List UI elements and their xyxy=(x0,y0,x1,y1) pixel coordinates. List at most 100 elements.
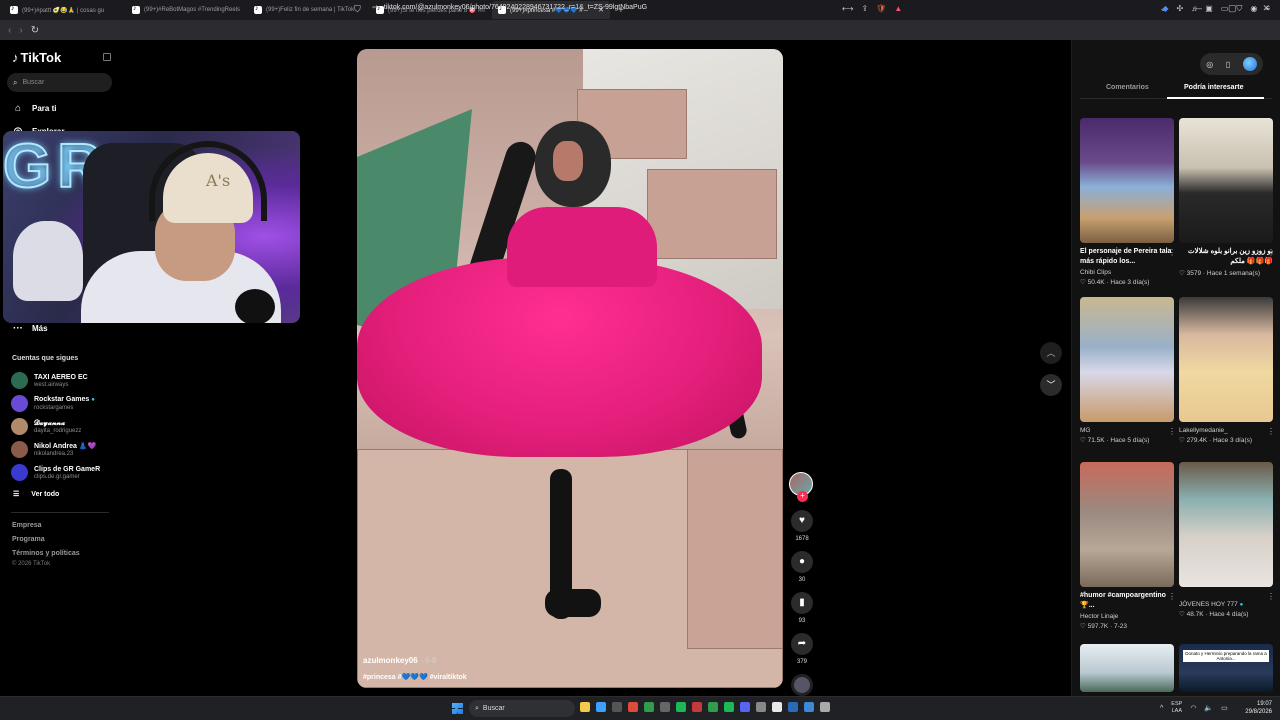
chrome-icon[interactable] xyxy=(772,702,782,712)
music-icon[interactable]: ♫ xyxy=(1191,4,1197,14)
brave-shield-icon[interactable]: 🛡 xyxy=(876,4,886,13)
whatsapp-icon[interactable] xyxy=(708,702,718,712)
following-account[interactable]: Clips de GR GameR clips.de.gr.gamer xyxy=(11,464,100,481)
tab-recommended[interactable]: Podría interesarte xyxy=(1184,84,1244,91)
collapse-sidebar-icon[interactable] xyxy=(103,53,111,61)
comment-button[interactable]: ● xyxy=(791,551,813,573)
verified-badge-icon: ● xyxy=(1239,602,1244,608)
extension-icon[interactable]: ◆ xyxy=(1162,4,1168,14)
chevron-up-icon[interactable]: ^ xyxy=(1160,705,1163,712)
previous-post-button[interactable]: ︿ xyxy=(1040,342,1062,364)
save-button[interactable]: ▮ xyxy=(791,592,813,614)
music-disc-icon[interactable] xyxy=(791,674,813,696)
spotify-icon[interactable] xyxy=(676,702,686,712)
more-options-icon[interactable]: ⋮ xyxy=(1267,427,1275,436)
menu-icon[interactable]: ≡ xyxy=(1265,4,1270,14)
webcam-overlay: GR A's xyxy=(3,131,300,323)
following-account[interactable]: 𝓓𝓪𝔂𝓪𝓷𝓷𝓪 dayita_rodriguezz xyxy=(11,418,81,435)
hashtag[interactable]: #princesa # xyxy=(363,674,402,681)
app-icon[interactable] xyxy=(804,702,814,712)
following-account[interactable]: TAXI AEREO EC west.airways xyxy=(11,372,88,389)
phone-icon[interactable]: ▯ xyxy=(1226,60,1230,69)
post-author[interactable]: azulmonkey06 · 6-8 xyxy=(363,656,436,665)
see-all-button[interactable]: ☰ Ver todo xyxy=(13,490,59,499)
share-icon[interactable]: ⇪ xyxy=(861,4,868,13)
next-post-button[interactable]: ﹀ xyxy=(1040,374,1062,396)
edge-icon[interactable] xyxy=(596,702,606,712)
search-input[interactable]: ⌕ Buscar xyxy=(7,73,112,92)
forward-icon[interactable]: › xyxy=(19,25,22,36)
app-icon[interactable] xyxy=(660,702,670,712)
settings-icon[interactable] xyxy=(820,702,830,712)
post-image[interactable]: azulmonkey06 · 6-8 #princesa #💙💙💙 #viral… xyxy=(357,49,783,688)
xbox-icon[interactable] xyxy=(644,702,654,712)
puzzle-icon[interactable]: ✣ xyxy=(1177,4,1184,14)
follow-button[interactable]: + xyxy=(797,491,808,502)
site-info-icon[interactable]: ⇌ xyxy=(372,3,378,11)
recommended-card[interactable]: ⋮ JÓVENES HOY 777 ● ♡ 48.7K · Hace 4 día… xyxy=(1179,462,1275,618)
bookmark-icon[interactable]: ⛉ xyxy=(354,4,361,15)
creator-avatar[interactable]: + xyxy=(789,472,813,502)
heart-icon: ♡ xyxy=(1179,270,1185,277)
wifi-icon[interactable]: ◠ xyxy=(1190,704,1196,712)
browser-tab[interactable]: (99+)#ReBotMagos #TrendingReels xyxy=(126,1,244,19)
brave-icon[interactable] xyxy=(628,702,638,712)
taskbar-search[interactable]: ⌕ Buscar xyxy=(469,700,575,717)
clock[interactable]: 19:07 29/8/2026 xyxy=(1245,700,1272,716)
recommended-card[interactable]: ⋮ MG ♡ 71.5K · Hace 5 día(s) xyxy=(1080,297,1176,444)
recommended-card[interactable]: ⋮ #humor #campoargentino 🏆... Hector Lin… xyxy=(1080,462,1176,630)
coin-icon[interactable]: ◎ xyxy=(1206,60,1213,69)
opera-icon[interactable] xyxy=(692,702,702,712)
language-indicator[interactable]: ESP LAA xyxy=(1171,701,1182,715)
battery-icon[interactable]: ▭ xyxy=(1221,704,1228,712)
translate-icon[interactable]: ⟷ xyxy=(842,4,853,13)
profile-avatar[interactable] xyxy=(1242,57,1257,71)
wallet-icon[interactable]: ▭ xyxy=(1221,4,1229,14)
recommended-card[interactable]: ⋮ El personaje de Pereira tala más rápid… xyxy=(1080,118,1176,286)
more-options-icon[interactable]: ⋮ xyxy=(1267,248,1275,257)
stair-tile xyxy=(687,449,783,649)
reload-icon[interactable]: ↻ xyxy=(31,25,39,36)
footer-link-program[interactable]: Programa xyxy=(12,536,45,543)
obs-icon[interactable] xyxy=(756,702,766,712)
windows-start-icon[interactable] xyxy=(452,703,463,714)
profile-icon[interactable]: ◉ xyxy=(1250,4,1257,14)
sidebar-icon[interactable]: ▣ xyxy=(1205,4,1213,14)
file-explorer-icon[interactable] xyxy=(580,702,590,712)
tab-comments[interactable]: Comentarios xyxy=(1106,84,1149,91)
footer-link-company[interactable]: Empresa xyxy=(12,522,42,529)
card-thumbnail: Donato y Herminio preparando la rama a A… xyxy=(1179,644,1273,692)
nav-item-more[interactable]: ··· Más xyxy=(12,323,48,334)
more-options-icon[interactable]: ⋮ xyxy=(1168,592,1176,601)
recommended-card[interactable]: ⋮ بو زوزو زين برانو بلوه شلالات 🎁🎁🎁 ملكم… xyxy=(1179,118,1275,277)
share-button[interactable]: ➦ xyxy=(791,633,813,655)
url-field[interactable]: ⇌ tiktok.com/@azulmonkey06/photo/7649240… xyxy=(372,3,647,12)
discord-icon[interactable] xyxy=(740,702,750,712)
volume-icon[interactable]: 🔈 xyxy=(1204,704,1213,712)
nav-item-for-you[interactable]: ⌂ Para ti xyxy=(12,103,57,114)
blue-hearts: 💙💙💙 xyxy=(401,674,428,681)
like-button[interactable]: ♥ xyxy=(791,510,813,532)
footer-link-terms[interactable]: Términos y políticas xyxy=(12,550,80,557)
browser-tab[interactable]: (99+)Feliz fin de semana | TikTok xyxy=(248,1,366,19)
hashtag[interactable]: #viraltiktok xyxy=(428,674,467,681)
more-options-icon[interactable]: ⋮ xyxy=(1267,592,1275,601)
recommended-card[interactable]: Donato y Herminio preparando la rama a A… xyxy=(1179,644,1273,692)
more-options-icon[interactable]: ⋮ xyxy=(1168,427,1176,436)
following-account[interactable]: Rockstar Games ● rockstargames xyxy=(11,395,95,412)
stair-tile xyxy=(647,169,777,259)
back-icon[interactable]: ‹ xyxy=(8,25,11,36)
rewards-icon[interactable]: ▲ xyxy=(894,4,902,13)
store-icon[interactable] xyxy=(612,702,622,712)
browser-tab[interactable]: (99+)#pattt 🥑😂🙏 | cosas gu xyxy=(4,1,122,19)
tiktok-icon xyxy=(10,5,18,14)
bookmark-icon[interactable]: ⛉ xyxy=(1236,4,1242,14)
following-account[interactable]: Nikol Andrea 👗💜 nikolandrea.23 xyxy=(11,441,96,458)
recommended-card[interactable] xyxy=(1080,644,1174,692)
recommended-card[interactable]: ⋮ Lakellymedanie_ ♡ 279.4K · Hace 3 día(… xyxy=(1179,297,1275,444)
copyright: © 2026 TikTok xyxy=(12,561,51,567)
more-options-icon[interactable]: ⋮ xyxy=(1168,248,1176,257)
steam-icon[interactable] xyxy=(788,702,798,712)
music-app-icon[interactable] xyxy=(724,702,734,712)
tiktok-logo[interactable]: ♪ TikTok xyxy=(12,50,61,65)
